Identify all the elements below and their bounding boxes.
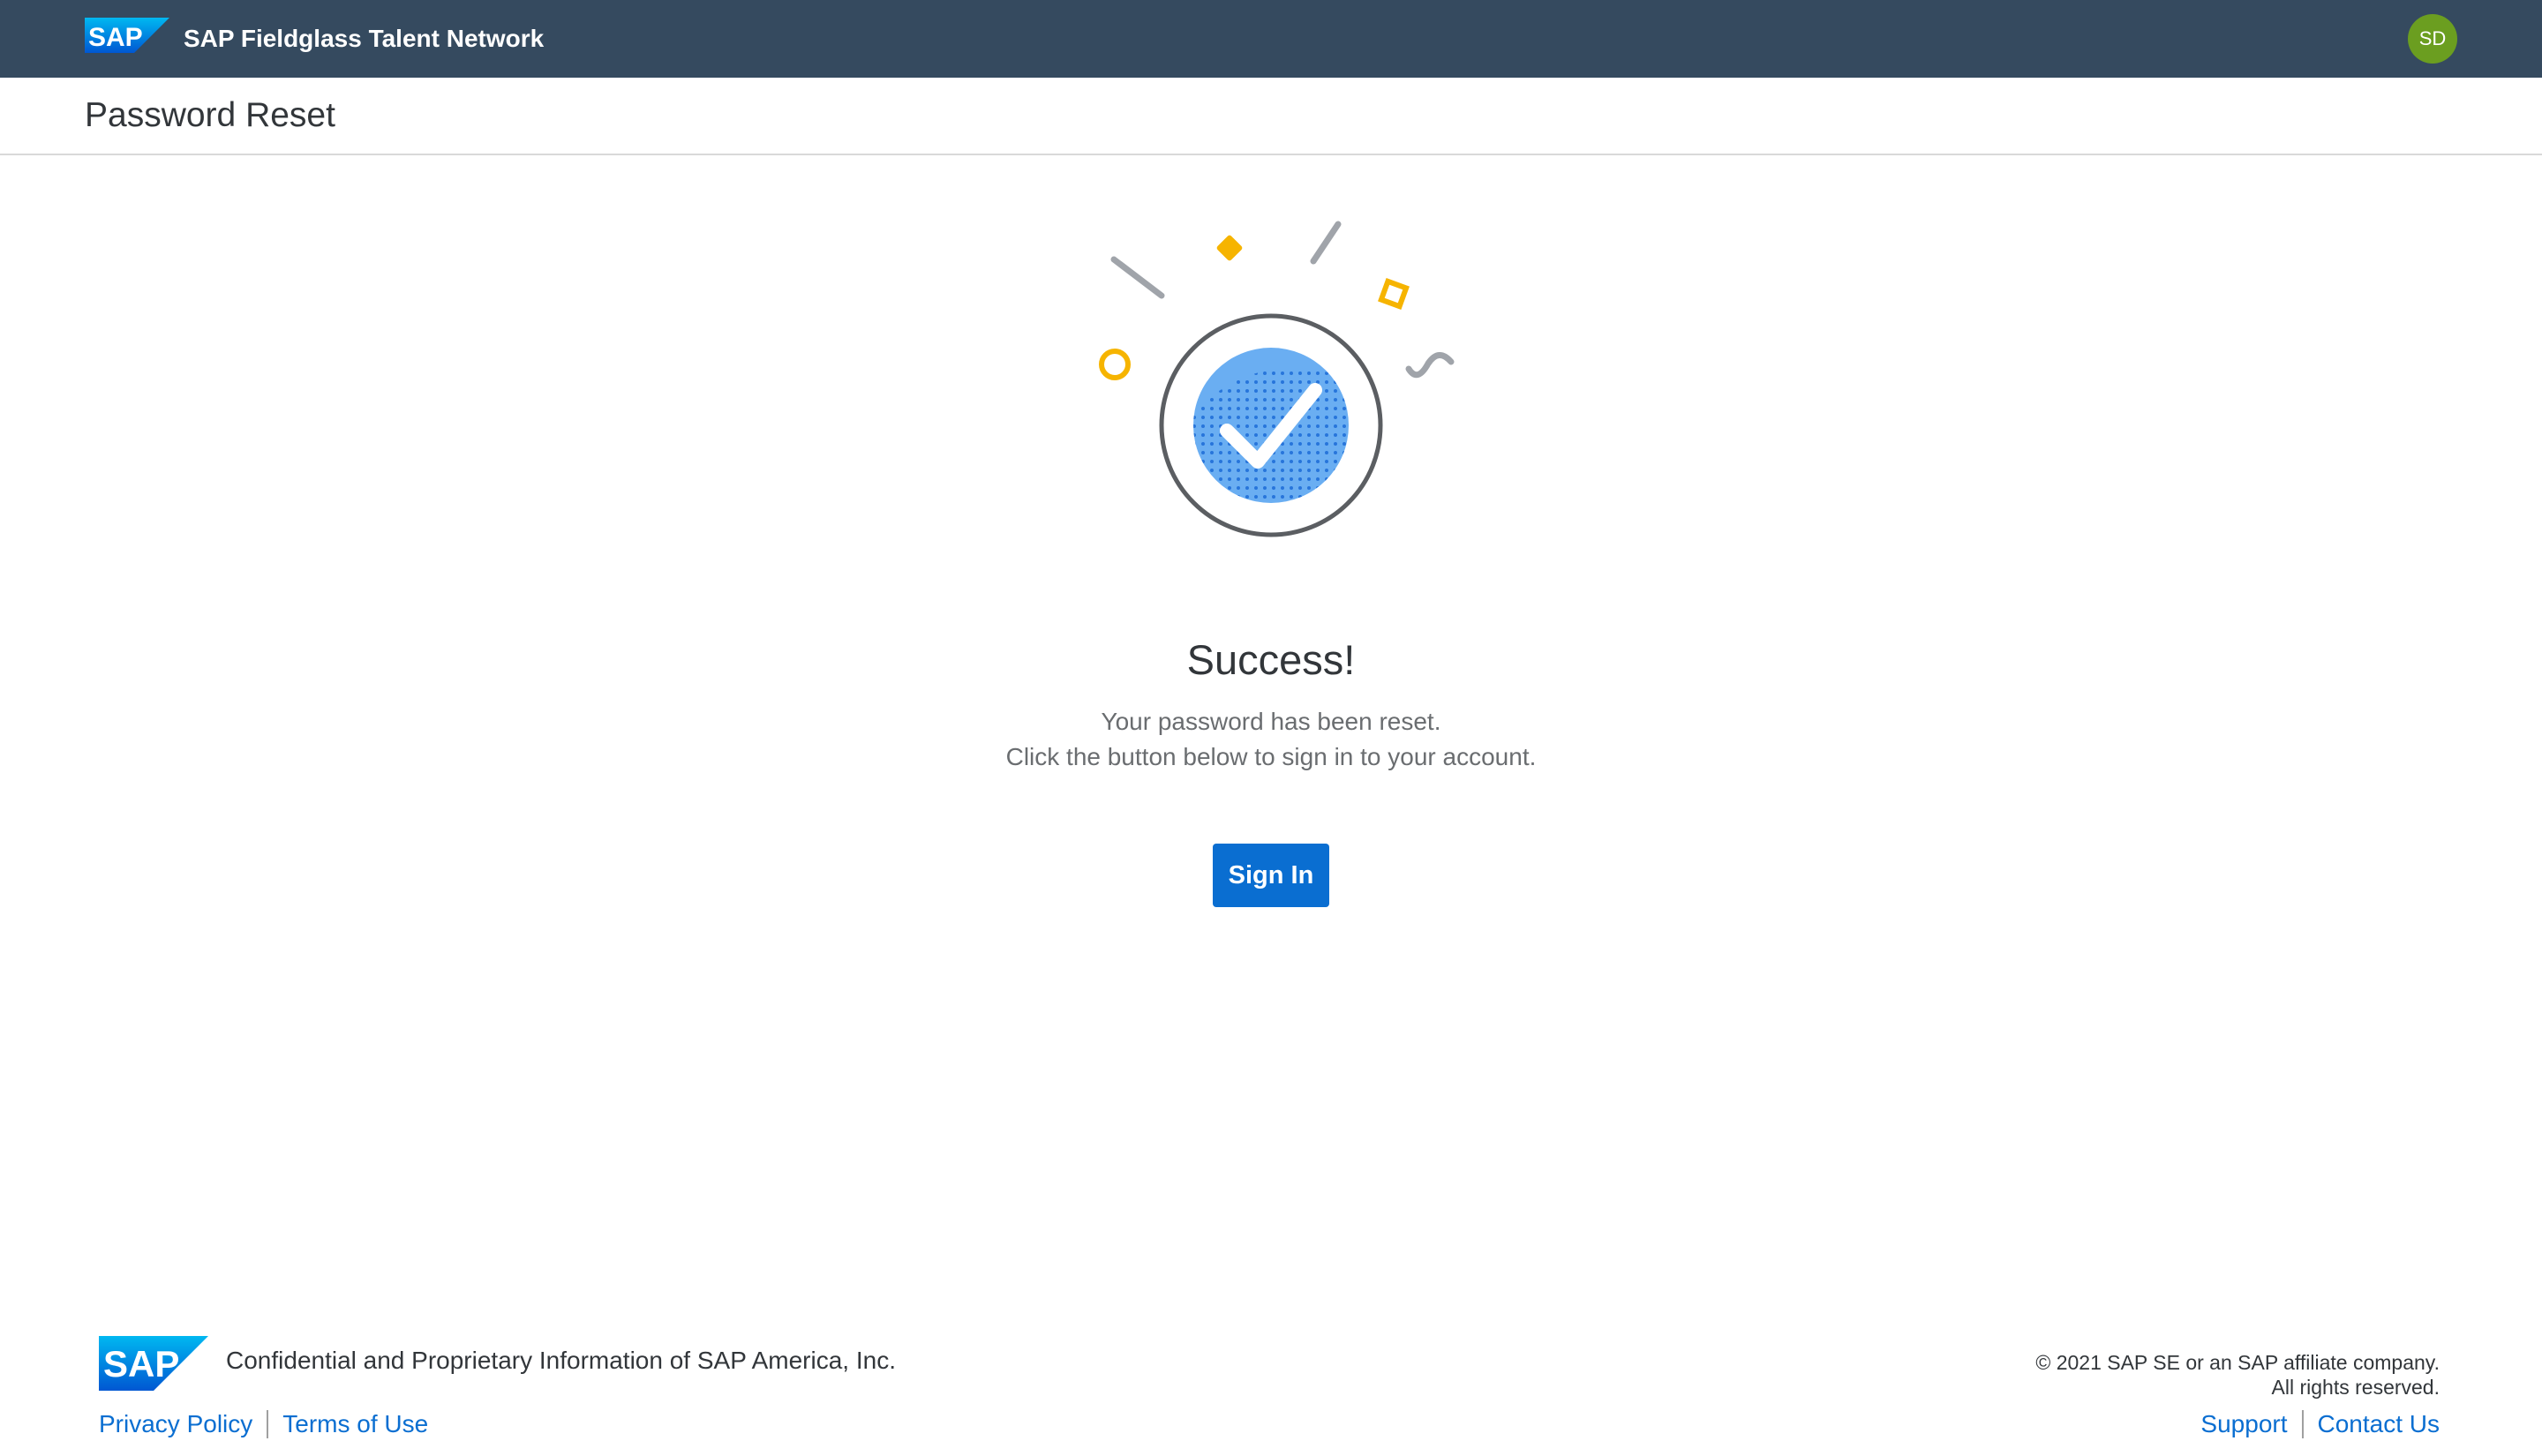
sign-in-button[interactable]: Sign In xyxy=(1213,844,1329,907)
support-link[interactable]: Support xyxy=(2200,1410,2287,1438)
copyright-notice: © 2021 SAP SE or an SAP affiliate compan… xyxy=(2035,1350,2440,1400)
sap-logo-text: SAP xyxy=(88,23,143,52)
success-heading: Success! xyxy=(1186,636,1356,683)
copyright-line1: © 2021 SAP SE or an SAP affiliate compan… xyxy=(2035,1351,2440,1374)
footer-sap-logo-text: SAP xyxy=(103,1343,179,1385)
privacy-policy-link[interactable]: Privacy Policy xyxy=(99,1410,252,1438)
link-divider xyxy=(2301,1410,2304,1438)
success-message-line1: Your password has been reset. xyxy=(1101,708,1441,735)
confidential-notice: Confidential and Proprietary Information… xyxy=(226,1347,896,1374)
contact-us-link[interactable]: Contact Us xyxy=(2318,1410,2440,1438)
page-title: Password Reset xyxy=(85,96,335,134)
success-checkmark-illustration xyxy=(1099,221,1455,537)
shell-bar: SAP SAP Fieldglass Talent Network SD xyxy=(0,0,2542,78)
sap-logo[interactable]: SAP xyxy=(85,18,169,53)
user-avatar[interactable]: SD xyxy=(2408,14,2457,64)
copyright-line2: All rights reserved. xyxy=(2271,1376,2440,1399)
link-divider xyxy=(267,1410,269,1438)
confetti-square-outline xyxy=(1378,278,1410,310)
success-message-line2: Click the button below to sign in to you… xyxy=(1005,743,1537,770)
confetti-dash xyxy=(1310,221,1342,265)
app-title: SAP Fieldglass Talent Network xyxy=(184,25,545,52)
confetti-diamond xyxy=(1216,235,1243,261)
confetti-ring xyxy=(1099,349,1131,380)
footer-sap-logo[interactable]: SAP xyxy=(99,1336,208,1391)
page-header: Password Reset xyxy=(0,78,2542,155)
confetti-dash xyxy=(1110,256,1165,299)
footer-links-right: Support Contact Us xyxy=(2200,1410,2440,1438)
footer-links-left: Privacy Policy Terms of Use xyxy=(99,1410,428,1438)
terms-of-use-link[interactable]: Terms of Use xyxy=(282,1410,428,1438)
confetti-squiggle xyxy=(1405,352,1455,379)
